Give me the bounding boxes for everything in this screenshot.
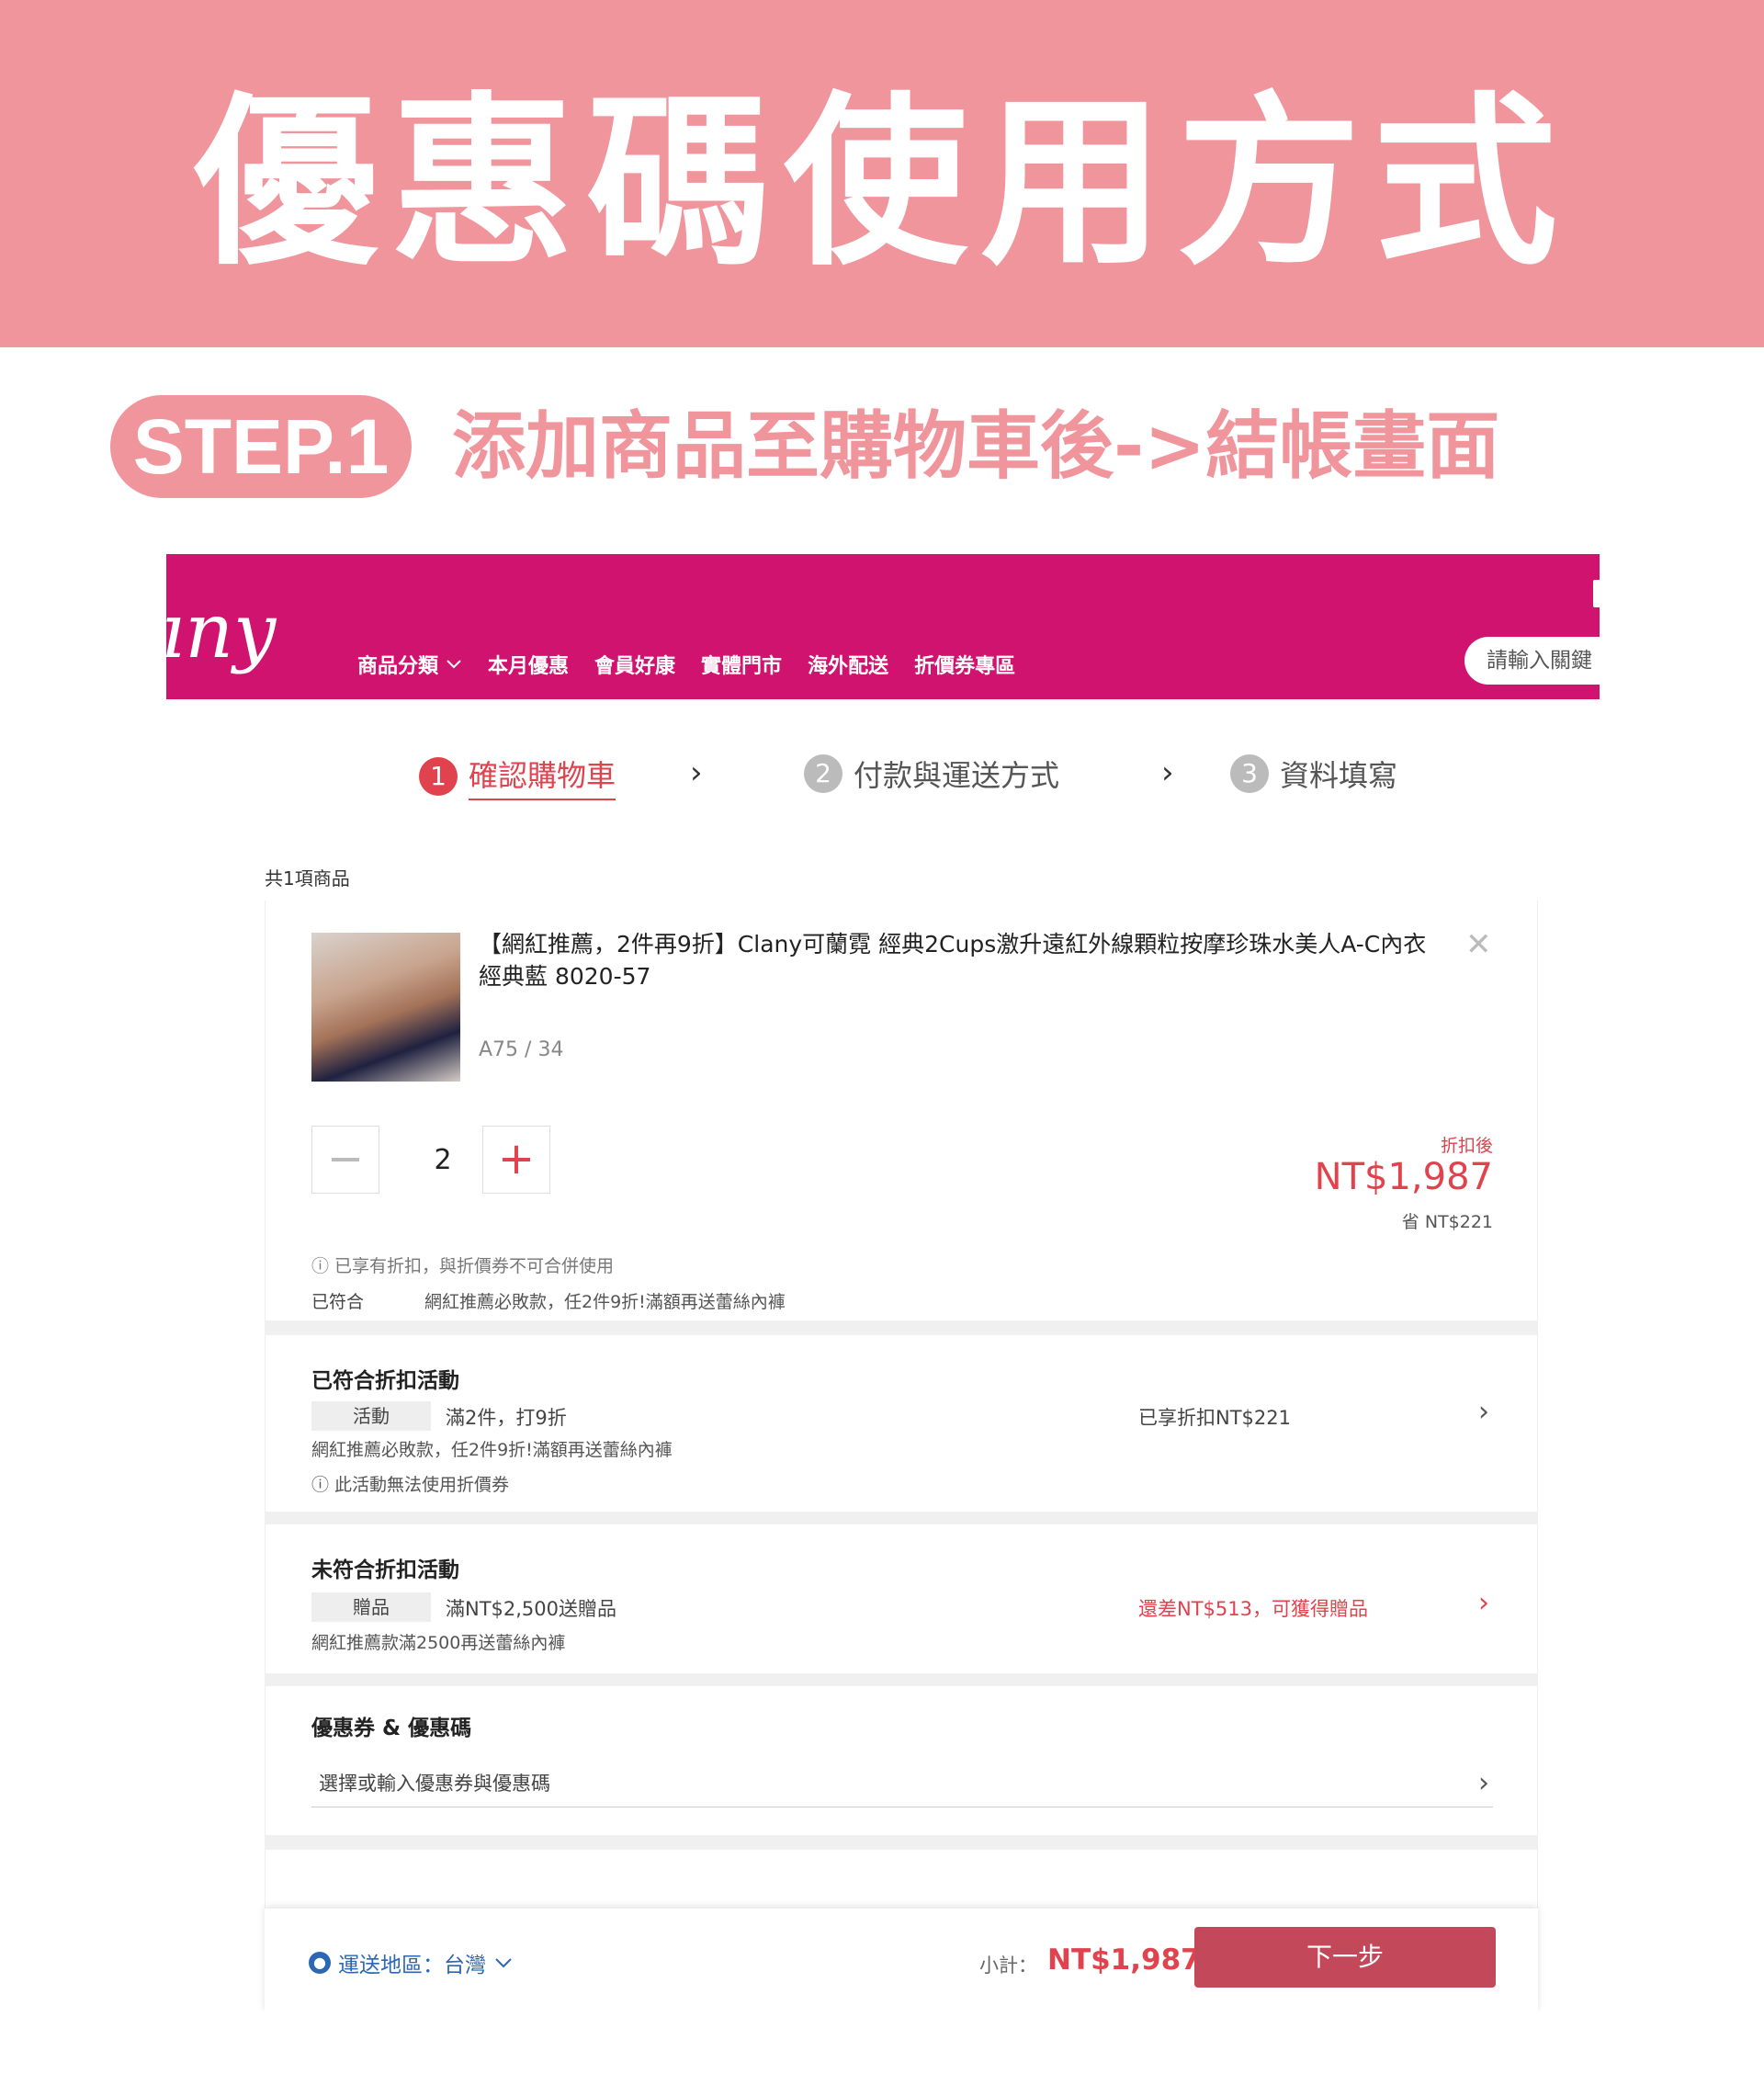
matched-promotion-section[interactable]: 已符合折扣活動 活動 滿2件，打9折 網紅推薦必敗款，任2件9折!滿額再送蕾絲內… <box>265 1335 1538 1512</box>
gift-status: 還差NT$513，可獲得贈品 <box>1138 1598 1368 1620</box>
checkout-bottom-bar: ● 運送地區：台灣 小計： NT$1,987 下一步 <box>265 1909 1538 2011</box>
nav-item-overseas-shipping[interactable]: 海外配送 <box>808 650 888 679</box>
gift-tag: 贈品 <box>311 1592 431 1622</box>
subtotal-label: 小計： <box>979 1954 1037 1977</box>
nav-edge-icon <box>1593 580 1600 607</box>
chevron-right-icon[interactable]: › <box>1478 1767 1489 1799</box>
nav-item-monthly-deals[interactable]: 本月優惠 <box>488 650 569 679</box>
chevron-down-icon <box>447 660 461 669</box>
item-count: 共1項商品 <box>265 867 350 889</box>
checkout-screenshot: ıny 商品分類 本月優惠 會員好康 實體門市 海外配送 折價券專區 請輸入關鍵… <box>166 554 1600 2011</box>
promo-description: 網紅推薦必敗款，任2件9折!滿額再送蕾絲內褲 <box>311 1440 673 1460</box>
step-payment-shipping[interactable]: 2 付款與運送方式 <box>804 753 1059 795</box>
gift-description: 網紅推薦款滿2500再送蕾絲內褲 <box>311 1633 566 1653</box>
section-divider <box>265 1673 1538 1686</box>
unmatched-promotion-section[interactable]: 未符合折扣活動 贈品 滿NT$2,500送贈品 網紅推薦款滿2500再送蕾絲內褲… <box>265 1524 1538 1673</box>
chevron-right-icon[interactable]: › <box>1478 1587 1489 1619</box>
step-label: 確認購物車 <box>469 753 616 800</box>
discount-note: ⓘ 已享有折扣，與折價券不可合併使用 <box>311 1256 615 1276</box>
coupon-code-input[interactable]: 選擇或輸入優惠券與優惠碼 <box>311 1760 1493 1807</box>
top-banner: 優惠碼使用方式 <box>0 0 1764 347</box>
subtotal-value: NT$1,987 <box>1047 1943 1201 1977</box>
promo-tag: 活動 <box>311 1401 431 1431</box>
nav-item-coupons[interactable]: 折價券專區 <box>914 650 1015 679</box>
step-number: 2 <box>804 754 842 793</box>
section-divider <box>265 1835 1538 1850</box>
product-image[interactable] <box>311 933 460 1082</box>
section-divider <box>265 1512 1538 1524</box>
section-title: 未符合折扣活動 <box>311 1558 459 1582</box>
step-fill-info[interactable]: 3 資料填寫 <box>1230 753 1397 795</box>
section-title: 已符合折扣活動 <box>311 1369 459 1393</box>
step-number: 1 <box>419 757 458 796</box>
chevron-right-icon[interactable]: › <box>1478 1396 1489 1428</box>
banner-title: 優惠碼使用方式 <box>193 76 1570 290</box>
matched-description: 網紅推薦必敗款，任2件9折!滿額再送蕾絲內褲 <box>424 1292 786 1312</box>
saved-amount: 省 NT$221 <box>1401 1212 1493 1232</box>
product-variant: A75 / 34 <box>479 1038 564 1061</box>
nav-menu: 商品分類 本月優惠 會員好康 實體門市 海外配送 折價券專區 <box>357 650 1015 679</box>
next-step-button[interactable]: 下一步 <box>1194 1927 1496 1988</box>
product-name[interactable]: 【網紅推薦，2件再9折】Clany可蘭霓 經典2Cups激升遠紅外線顆粒按摩珍珠… <box>479 928 1443 992</box>
promo-note: ⓘ 此活動無法使用折價券 <box>311 1475 510 1495</box>
matched-label: 已符合 <box>311 1292 365 1312</box>
cart-item: 【網紅推薦，2件再9折】Clany可蘭霓 經典2Cups激升遠紅外線顆粒按摩珍珠… <box>265 901 1538 1320</box>
search-input[interactable]: 請輸入關鍵 <box>1464 637 1600 685</box>
promo-tag-text: 滿2件，打9折 <box>446 1407 567 1429</box>
step-confirm-cart[interactable]: 1 確認購物車 <box>419 753 616 800</box>
product-price: NT$1,987 <box>1314 1156 1493 1198</box>
nav-item-member-benefits[interactable]: 會員好康 <box>594 650 675 679</box>
shipping-region-select[interactable]: ● 運送地區：台灣 <box>309 1947 514 1978</box>
globe-icon: ● <box>309 1952 331 1974</box>
discount-label: 折扣後 <box>1440 1136 1493 1156</box>
nav-item-stores[interactable]: 實體門市 <box>701 650 782 679</box>
next-section-partial <box>265 1850 1538 1909</box>
step-number: 3 <box>1230 754 1269 793</box>
section-divider <box>265 1320 1538 1335</box>
site-navbar: ıny 商品分類 本月優惠 會員好康 實體門市 海外配送 折價券專區 請輸入關鍵 <box>166 554 1600 699</box>
brand-logo[interactable]: ıny <box>166 591 276 674</box>
section-title: 優惠券 & 優惠碼 <box>311 1716 472 1740</box>
quantity-increase-button[interactable]: + <box>482 1126 550 1194</box>
nav-item-label: 商品分類 <box>357 655 439 678</box>
chevron-right-icon: › <box>690 754 703 791</box>
chevron-right-icon: › <box>1161 754 1174 791</box>
promo-status: 已享折扣NT$221 <box>1138 1407 1291 1429</box>
checkout-steps: 1 確認購物車 › 2 付款與運送方式 › 3 資料填寫 <box>166 749 1600 804</box>
remove-item-icon[interactable]: ✕ <box>1465 926 1492 963</box>
quantity-value[interactable]: 2 <box>420 1144 466 1176</box>
gift-tag-text: 滿NT$2,500送贈品 <box>446 1598 617 1620</box>
quantity-decrease-button[interactable]: − <box>311 1126 379 1194</box>
chevron-down-icon <box>495 1958 512 1968</box>
step-label: 付款與運送方式 <box>854 758 1060 793</box>
shipping-region-label: 運送地區：台灣 <box>338 1954 486 1977</box>
coupon-section: 優惠券 & 優惠碼 選擇或輸入優惠券與優惠碼 › <box>265 1686 1538 1835</box>
step-badge: STEP.1 <box>110 395 412 498</box>
step-description: 添加商品至購物車後->結帳畫面 <box>452 403 1500 489</box>
step-label: 資料填寫 <box>1280 758 1398 793</box>
nav-item-categories[interactable]: 商品分類 <box>357 650 462 679</box>
